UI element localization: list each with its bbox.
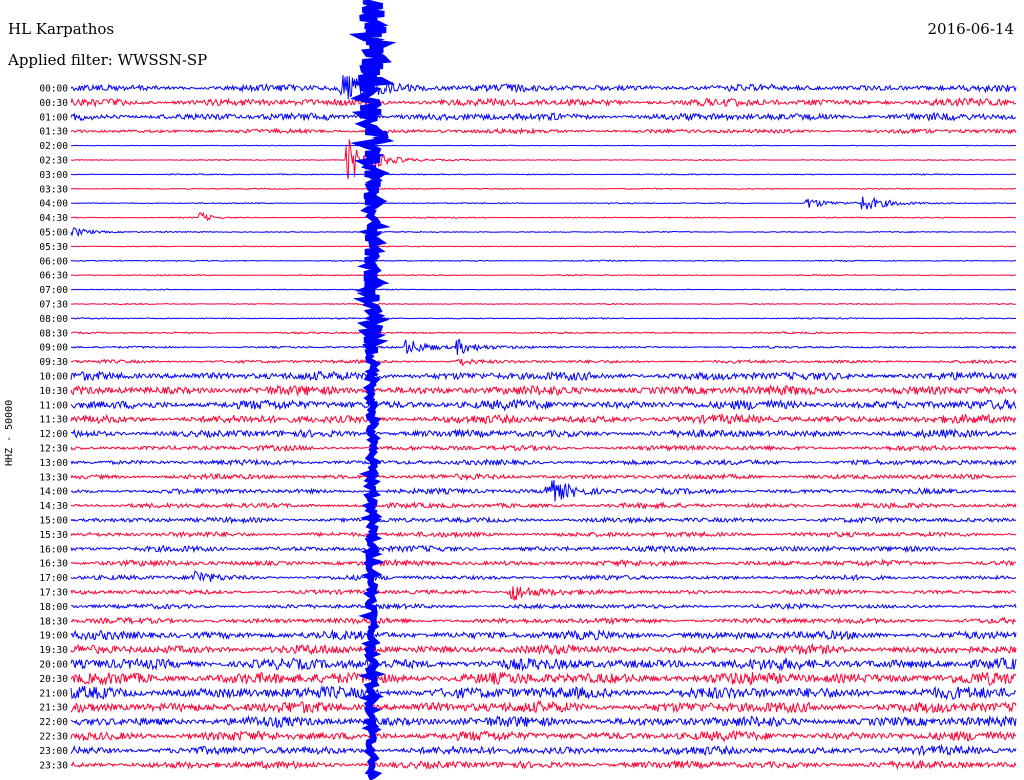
trace-2300 (70, 743, 1017, 757)
row-label-1030: 10:30 (39, 386, 68, 397)
row-label-1800: 18:00 (39, 602, 68, 613)
row-label-1430: 14:30 (39, 501, 68, 512)
row-label-0400: 04:00 (39, 199, 68, 210)
row-label-1900: 19:00 (39, 631, 68, 642)
row-label-0930: 09:30 (39, 357, 68, 368)
row-label-1200: 12:00 (39, 429, 68, 440)
trace-1400 (70, 479, 1017, 502)
trace-0400 (70, 196, 1017, 210)
trace-0130 (70, 127, 1017, 135)
row-label-1600: 16:00 (39, 544, 68, 555)
trace-1230 (70, 444, 1017, 453)
trace-1100 (70, 398, 1017, 412)
row-label-1530: 15:30 (39, 530, 68, 541)
trace-1800 (70, 602, 1017, 611)
trace-1530 (70, 530, 1017, 539)
trace-1600 (70, 544, 1017, 554)
trace-2030 (70, 671, 1017, 687)
trace-1000 (70, 370, 1017, 382)
trace-2230 (70, 729, 1017, 743)
seismogram-plot: 00:00 00:30 01:00 01:30 02:00 02:30 03:00 03:30… (39, 0, 1017, 780)
row-label-2300: 23:00 (39, 746, 68, 757)
row-label-0900: 09:00 (39, 343, 68, 354)
trace-0200 (71, 144, 1017, 147)
trace-0500 (70, 227, 1017, 237)
row-label-0700: 07:00 (39, 285, 68, 296)
row-label-0300: 03:00 (39, 170, 68, 181)
trace-0530 (71, 245, 1017, 248)
trace-1500 (70, 515, 1017, 525)
row-label-1130: 11:30 (39, 415, 68, 426)
row-label-1930: 19:30 (39, 645, 68, 656)
trace-1730 (70, 586, 1017, 601)
trace-1030 (70, 384, 1017, 397)
row-label-1330: 13:30 (39, 472, 68, 483)
row-label-0030: 00:30 (39, 98, 68, 109)
trace-1200 (70, 427, 1017, 440)
trace-2130 (70, 699, 1017, 715)
trace-1130 (70, 412, 1017, 426)
row-label-0130: 01:30 (39, 127, 68, 138)
trace-0430 (70, 211, 1017, 222)
trace-1900 (70, 628, 1017, 641)
trace-0900 (70, 338, 1017, 355)
trace-1700 (70, 570, 1017, 582)
trace-0700 (70, 288, 1017, 291)
row-label-1500: 15:00 (39, 516, 68, 527)
row-label-0530: 05:30 (39, 242, 68, 253)
row-label-0500: 05:00 (39, 228, 68, 239)
row-label-2030: 20:30 (39, 674, 68, 685)
trace-0000 (70, 75, 1017, 100)
trace-0100 (70, 111, 1017, 122)
row-label-2200: 22:00 (39, 717, 68, 728)
trace-1830 (70, 616, 1016, 626)
trace-0730 (70, 302, 1017, 306)
row-label-0800: 08:00 (39, 314, 68, 325)
row-label-1700: 17:00 (39, 573, 68, 584)
trace-1300 (70, 457, 1017, 467)
trace-1930 (70, 642, 1017, 656)
row-label-2100: 21:00 (39, 688, 68, 699)
row-label-1000: 10:00 (39, 372, 68, 383)
trace-0630 (70, 274, 1016, 277)
trace-0300 (70, 173, 1017, 176)
trace-0330 (70, 187, 1017, 190)
row-label-1300: 13:00 (39, 458, 68, 469)
row-label-2130: 21:30 (39, 703, 68, 714)
row-label-0200: 02:00 (39, 141, 68, 152)
row-label-1230: 12:30 (39, 444, 68, 455)
row-label-0730: 07:30 (39, 300, 68, 311)
trace-2200 (70, 714, 1017, 729)
row-label-0600: 06:00 (39, 256, 68, 267)
row-label-1100: 11:00 (39, 400, 68, 411)
row-label-1630: 16:30 (39, 559, 68, 570)
trace-0600 (70, 259, 1017, 263)
trace-2330 (70, 759, 1017, 771)
trace-0930 (71, 358, 1017, 367)
row-label-0830: 08:30 (39, 328, 68, 339)
row-label-0430: 04:30 (39, 213, 68, 224)
row-label-0330: 03:30 (39, 184, 68, 195)
row-label-0230: 02:30 (39, 156, 68, 167)
trace-1430 (70, 501, 1017, 510)
row-label-0100: 01:00 (39, 112, 68, 123)
row-label-1730: 17:30 (39, 588, 68, 599)
row-label-2230: 22:30 (39, 732, 68, 743)
trace-0800 (70, 316, 1017, 320)
trace-2100 (70, 685, 1017, 701)
row-label-2330: 23:30 (39, 760, 68, 771)
row-label-1400: 14:00 (39, 487, 68, 498)
trace-1330 (70, 472, 1017, 482)
row-label-0000: 00:00 (39, 84, 68, 95)
row-label-2000: 20:00 (39, 660, 68, 671)
row-label-1830: 18:30 (39, 616, 68, 627)
row-label-0630: 06:30 (39, 271, 68, 282)
trace-0830 (70, 331, 1017, 335)
trace-0030 (70, 96, 1016, 108)
trace-2000 (70, 657, 1017, 672)
trace-1630 (70, 558, 1017, 568)
